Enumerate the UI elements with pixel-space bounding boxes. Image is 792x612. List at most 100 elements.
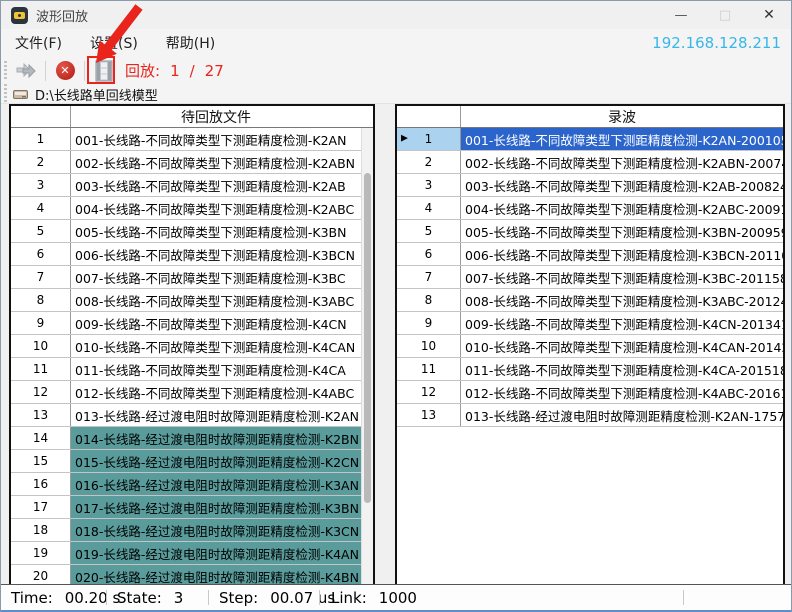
row-number: ▶ 6 [397,243,461,265]
row-number: ▶ 16 [11,473,71,495]
step-label: Step: [219,589,258,607]
table-row[interactable]: ▶ 17 017-长线路-经过渡电阻时故障测距精度检测-K3BN [11,496,373,519]
pending-files-title: 待回放文件 [71,106,361,127]
table-row[interactable]: ▶ 2 002-长线路-不同故障类型下测距精度检测-K2ABN-200740 [397,151,783,174]
film-strip-icon [94,60,114,82]
film-replay-button[interactable] [91,58,117,84]
table-row[interactable]: ▶ 11 011-长线路-不同故障类型下测距精度检测-K4CA-201518 [397,358,783,381]
drive-icon [13,88,29,100]
menu-file[interactable]: 文件(F) [1,29,76,56]
row-number: ▶ 17 [11,496,71,518]
file-name: 010-长线路-不同故障类型下测距精度检测-K4CAN [71,335,361,357]
table-row[interactable]: ▶ 12 012-长线路-不同故障类型下测距精度检测-K4ABC-201612 [397,381,783,404]
status-bar: Time: 00.20 s State: 3 Step: 00.07 us Li… [1,584,791,610]
replay-counter: 回放: 1 / 27 [125,60,234,81]
file-name: 019-长线路-经过渡电阻时故障测距精度检测-K4AN [71,542,361,564]
menu-settings[interactable]: 设置(S) [76,29,152,56]
table-row[interactable]: ▶ 14 014-长线路-经过渡电阻时故障测距精度检测-K2BN [11,427,373,450]
app-icon [11,7,28,24]
table-row[interactable]: ▶ 18 018-长线路-经过渡电阻时故障测距精度检测-K3CN [11,519,373,542]
table-row[interactable]: ▶ 11 011-长线路-不同故障类型下测距精度检测-K4CA [11,358,373,381]
table-row[interactable]: ▶ 16 016-长线路-经过渡电阻时故障测距精度检测-K3AN [11,473,373,496]
row-number: ▶ 8 [397,289,461,311]
pending-files-header: 待回放文件 [11,106,373,128]
menu-help[interactable]: 帮助(H) [152,29,229,56]
record-name: 008-长线路-不同故障类型下测距精度检测-K3ABC-201244 [461,289,783,311]
ip-address-label: 192.168.128.211 [652,29,781,56]
row-number: ▶ 1 [397,128,461,150]
step-value: 00.07 us [270,589,335,607]
table-row[interactable]: ▶ 3 003-长线路-不同故障类型下测距精度检测-K2AB [11,174,373,197]
table-row[interactable]: ▶ 4 004-长线路-不同故障类型下测距精度检测-K2ABC-200910 [397,197,783,220]
window-title: 波形回放 [36,6,88,25]
record-name: 009-长线路-不同故障类型下测距精度检测-K4CN-201341 [461,312,783,334]
table-row[interactable]: ▶ 12 012-长线路-不同故障类型下测距精度检测-K4ABC [11,381,373,404]
file-name: 007-长线路-不同故障类型下测距精度检测-K3BC [71,266,361,288]
file-name: 003-长线路-不同故障类型下测距精度检测-K2AB [71,174,361,196]
row-number: ▶ 10 [397,335,461,357]
title-bar: 波形回放 — □ ✕ [1,1,791,29]
table-row[interactable]: ▶ 3 003-长线路-不同故障类型下测距精度检测-K2AB-200824 [397,174,783,197]
table-row[interactable]: ▶ 5 005-长线路-不同故障类型下测距精度检测-K3BN-200959 [397,220,783,243]
file-name: 014-长线路-经过渡电阻时故障测距精度检测-K2BN [71,427,361,449]
pathbar-grip [4,84,7,104]
table-row[interactable]: ▶ 5 005-长线路-不同故障类型下测距精度检测-K3BN [11,220,373,243]
record-name: 010-长线路-不同故障类型下测距精度检测-K4CAN-201427 [461,335,783,357]
row-number: ▶ 8 [11,289,71,311]
status-separator [106,590,107,605]
table-row[interactable]: ▶ 1 001-长线路-不同故障类型下测距精度检测-K2AN-200105 [397,128,783,151]
status-state: State: 3 [117,585,183,610]
table-row[interactable]: ▶ 4 004-长线路-不同故障类型下测距精度检测-K2ABC [11,197,373,220]
table-row[interactable]: ▶ 10 010-长线路-不同故障类型下测距精度检测-K4CAN-201427 [397,335,783,358]
row-number: ▶ 4 [397,197,461,219]
row-number: ▶ 10 [11,335,71,357]
close-button[interactable]: ✕ [747,1,791,29]
menu-bar: 文件(F) 设置(S) 帮助(H) 192.168.128.211 [1,29,791,56]
file-name: 015-长线路-经过渡电阻时故障测距精度检测-K2CN [71,450,361,472]
table-row[interactable]: ▶ 1 001-长线路-不同故障类型下测距精度检测-K2AN [11,128,373,151]
table-row[interactable]: ▶ 20 020-长线路-经过渡电阻时故障测距精度检测-K4BN [11,565,373,584]
file-name: 004-长线路-不同故障类型下测距精度检测-K2ABC [71,197,361,219]
file-name: 017-长线路-经过渡电阻时故障测距精度检测-K3BN [71,496,361,518]
row-number: ▶ 11 [11,358,71,380]
scrollbar-thumb[interactable] [364,173,371,503]
current-row-marker: ▶ [401,135,408,144]
status-separator [319,590,320,605]
record-name: 013-长线路-经过渡电阻时故障测距精度检测-K2AN-175736 [461,404,783,426]
path-bar: D:\长线路单回线模型 [1,85,791,104]
state-value: 3 [174,589,184,607]
row-number: ▶ 15 [11,450,71,472]
state-label: State: [117,589,162,607]
table-row[interactable]: ▶ 2 002-长线路-不同故障类型下测距精度检测-K2ABN [11,151,373,174]
forward-arrow-button[interactable] [13,58,39,84]
record-name: 005-长线路-不同故障类型下测距精度检测-K3BN-200959 [461,220,783,242]
file-name: 006-长线路-不同故障类型下测距精度检测-K3BCN [71,243,361,265]
app-window: 波形回放 — □ ✕ 文件(F) 设置(S) 帮助(H) 192.168.128… [0,0,792,612]
file-name: 012-长线路-不同故障类型下测距精度检测-K4ABC [71,381,361,403]
row-number: ▶ 18 [11,519,71,541]
table-row[interactable]: ▶ 13 013-长线路-经过渡电阻时故障测距精度检测-K2AN-175736 [397,404,783,427]
table-row[interactable]: ▶ 10 010-长线路-不同故障类型下测距精度检测-K4CAN [11,335,373,358]
replay-separator: / [190,62,195,80]
time-label: Time: [11,589,53,607]
table-row[interactable]: ▶ 8 008-长线路-不同故障类型下测距精度检测-K3ABC [11,289,373,312]
table-row[interactable]: ▶ 9 009-长线路-不同故障类型下测距精度检测-K4CN [11,312,373,335]
replay-total: 27 [205,62,224,80]
vertical-scrollbar[interactable] [361,128,373,584]
table-row[interactable]: ▶ 9 009-长线路-不同故障类型下测距精度检测-K4CN-201341 [397,312,783,335]
pending-files-table: 待回放文件 ▶ 1 001-长线路-不同故障类型下测距精度检测-K2AN ▶ 2 [9,104,375,586]
table-row[interactable]: ▶ 6 006-长线路-不同故障类型下测距精度检测-K3BCN [11,243,373,266]
table-row[interactable]: ▶ 6 006-长线路-不同故障类型下测距精度检测-K3BCN-201100 [397,243,783,266]
table-row[interactable]: ▶ 8 008-长线路-不同故障类型下测距精度检测-K3ABC-201244 [397,289,783,312]
table-row[interactable]: ▶ 7 007-长线路-不同故障类型下测距精度检测-K3BC-201158 [397,266,783,289]
table-row[interactable]: ▶ 13 013-长线路-经过渡电阻时故障测距精度检测-K2AN [11,404,373,427]
minimize-button[interactable]: — [659,1,703,29]
table-row[interactable]: ▶ 15 015-长线路-经过渡电阻时故障测距精度检测-K2CN [11,450,373,473]
cancel-button[interactable]: ✕ [52,58,78,84]
file-name: 002-长线路-不同故障类型下测距精度检测-K2ABN [71,151,361,173]
table-row[interactable]: ▶ 7 007-长线路-不同故障类型下测距精度检测-K3BC [11,266,373,289]
record-name: 011-长线路-不同故障类型下测距精度检测-K4CA-201518 [461,358,783,380]
file-name: 018-长线路-经过渡电阻时故障测距精度检测-K3CN [71,519,361,541]
table-row[interactable]: ▶ 19 019-长线路-经过渡电阻时故障测距精度检测-K4AN [11,542,373,565]
record-name: 003-长线路-不同故障类型下测距精度检测-K2AB-200824 [461,174,783,196]
